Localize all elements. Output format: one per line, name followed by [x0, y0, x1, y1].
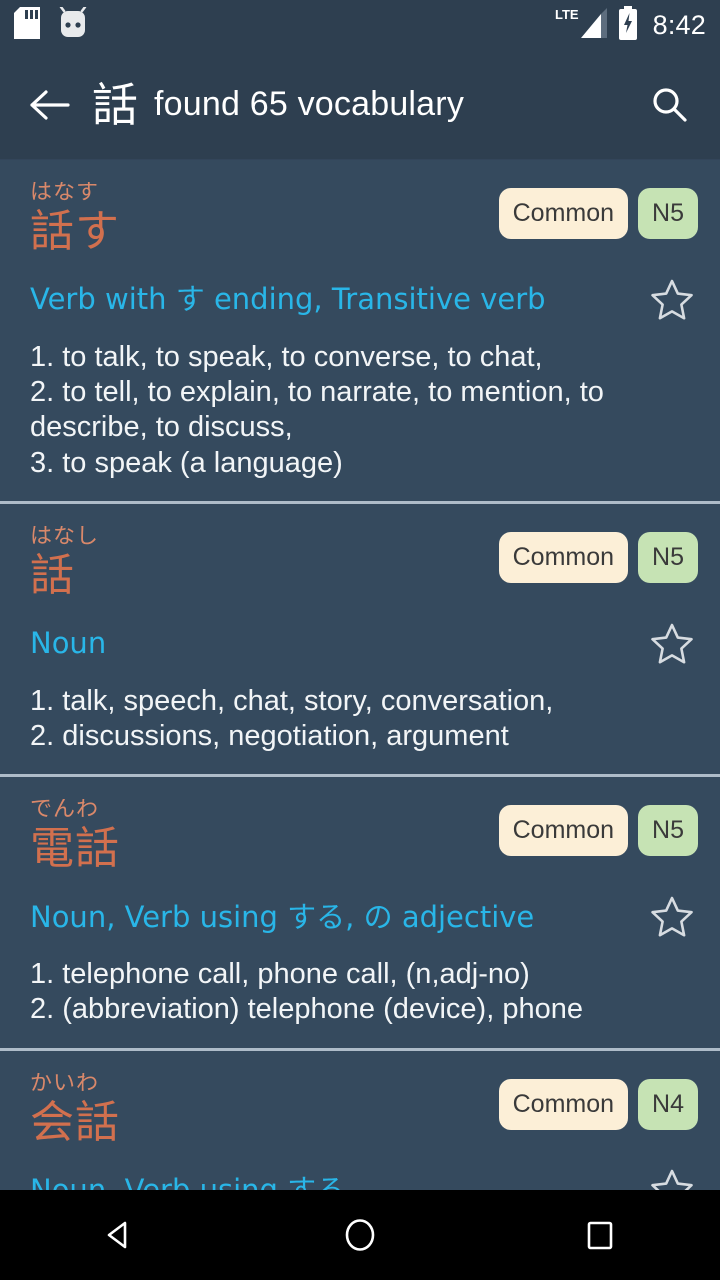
definition-line: 1. talk, speech, chat, story, conversati…	[30, 684, 554, 717]
star-icon	[651, 279, 693, 320]
favorite-star-button[interactable]	[646, 274, 698, 326]
word-block: はなし話	[30, 526, 499, 600]
part-of-speech: Noun	[30, 626, 107, 661]
sd-card-icon	[14, 6, 40, 44]
nav-recents-button[interactable]	[540, 1190, 660, 1280]
furigana-reading: はなし	[30, 526, 100, 550]
status-badge-common: Common	[498, 532, 629, 584]
kanji-word: 話す	[30, 206, 120, 257]
home-circle-icon	[345, 1219, 375, 1251]
kanji-word: 電話	[30, 823, 120, 875]
android-head-icon	[58, 5, 88, 44]
favorite-star-button[interactable]	[646, 618, 698, 670]
recents-square-icon	[587, 1221, 613, 1250]
definition-list: 1. talk, speech, chat, story, conversati…	[30, 684, 698, 755]
badge-group: Common N5	[498, 182, 698, 239]
part-of-speech-row: Verb with す ending, Transitive verb	[30, 274, 698, 326]
part-of-speech: Verb with す ending, Transitive verb	[30, 282, 546, 317]
definition-line: 2. to tell, to explain, to narrate, to m…	[30, 375, 604, 444]
entry-header: はなし話 Common N5	[30, 526, 698, 600]
furigana-reading: かいわ	[30, 1072, 100, 1096]
status-badge-common: Common	[498, 1078, 629, 1130]
definition-line: 1. telephone call, phone call, (n,adj-no…	[30, 957, 530, 990]
app-toolbar: 話 found 65 vocabulary	[0, 50, 720, 160]
definition-list: 1. telephone call, phone call, (n,adj-no…	[30, 957, 698, 1028]
badge-group: Common N5	[498, 799, 698, 857]
back-button[interactable]	[22, 77, 78, 133]
furigana-reading: でんわ	[30, 799, 100, 823]
android-navigation-bar	[0, 1190, 720, 1280]
svg-text:LTE: LTE	[555, 7, 579, 22]
status-badge-common: Common	[498, 188, 629, 239]
badge-group: Common N5	[498, 526, 698, 584]
vocabulary-entry[interactable]: はなし話 Common N5 Noun 1. talk, speech, chat, s…	[0, 504, 720, 778]
battery-charging-icon	[617, 5, 639, 45]
entry-header: はなす 話す Common N5	[30, 182, 698, 256]
part-of-speech: Noun, Verb using する	[30, 1172, 346, 1190]
part-of-speech-row: Noun, Verb using する	[30, 1164, 698, 1190]
kanji-word: 話	[30, 550, 75, 602]
arrow-left-icon	[30, 89, 70, 120]
status-badge-jlpt-level: N5	[638, 188, 698, 239]
badge-group: Common N4	[498, 1073, 698, 1130]
status-badge-jlpt-level: N4	[638, 1078, 698, 1130]
definition-line: 3. to speak (a language)	[30, 446, 343, 479]
definition-list: 1. to talk, to speak, to converse, to ch…	[30, 340, 698, 482]
lte-signal-icon: LTE	[555, 6, 607, 45]
nav-home-button[interactable]	[300, 1190, 420, 1280]
status-bar-right-icons: LTE 8:42	[555, 5, 706, 45]
search-icon	[653, 87, 687, 122]
star-icon	[651, 1169, 693, 1190]
star-icon	[651, 896, 693, 937]
nav-back-button[interactable]	[60, 1190, 180, 1280]
vocabulary-list[interactable]: はなす 話す Common N5 Verb with す ending, Transit…	[0, 160, 720, 1190]
part-of-speech: Noun, Verb using する, の adjective	[30, 899, 535, 934]
status-bar: LTE 8:42	[0, 0, 720, 50]
vocabulary-entry[interactable]: はなす 話す Common N5 Verb with す ending, Transit…	[0, 160, 720, 505]
part-of-speech-row: Noun, Verb using する, の adjective	[30, 891, 698, 943]
status-badge-jlpt-level: N5	[638, 805, 698, 857]
page-title: found 65 vocabulary	[154, 85, 465, 123]
kanji-word: 会話	[30, 1096, 120, 1148]
entry-header: でんわ 電話 Common N5	[30, 799, 698, 873]
app-screen: LTE 8:42 話 found 65 vocabulary はなす 話す Co…	[0, 0, 720, 1280]
furigana-reading: はなす	[30, 182, 100, 205]
favorite-star-button[interactable]	[646, 891, 698, 943]
toolbar-kanji: 話	[92, 77, 138, 132]
word-block: でんわ 電話	[30, 799, 499, 873]
status-bar-left-icons	[14, 5, 88, 44]
back-triangle-icon	[107, 1221, 127, 1249]
word-block: かいわ 会話	[30, 1073, 499, 1147]
entry-header: かいわ 会話 Common N4	[30, 1073, 698, 1147]
definition-line: 2. discussions, negotiation, argument	[30, 719, 509, 752]
word-block: はなす 話す	[30, 182, 499, 256]
favorite-star-button[interactable]	[646, 1164, 698, 1190]
part-of-speech-row: Noun	[30, 618, 698, 670]
status-badge-common: Common	[498, 805, 629, 857]
status-bar-clock: 8:42	[652, 9, 706, 40]
star-icon	[651, 623, 693, 664]
definition-line: 2. (abbreviation) telephone (device), ph…	[30, 993, 583, 1026]
definition-line: 1. to talk, to speak, to converse, to ch…	[30, 340, 543, 373]
vocabulary-entry[interactable]: でんわ 電話 Common N5 Noun, Verb using する, の adje…	[0, 777, 720, 1051]
status-badge-jlpt-level: N5	[638, 532, 698, 584]
vocabulary-entry[interactable]: かいわ 会話 Common N4 Noun, Verb using する	[0, 1051, 720, 1190]
search-button[interactable]	[642, 77, 698, 133]
